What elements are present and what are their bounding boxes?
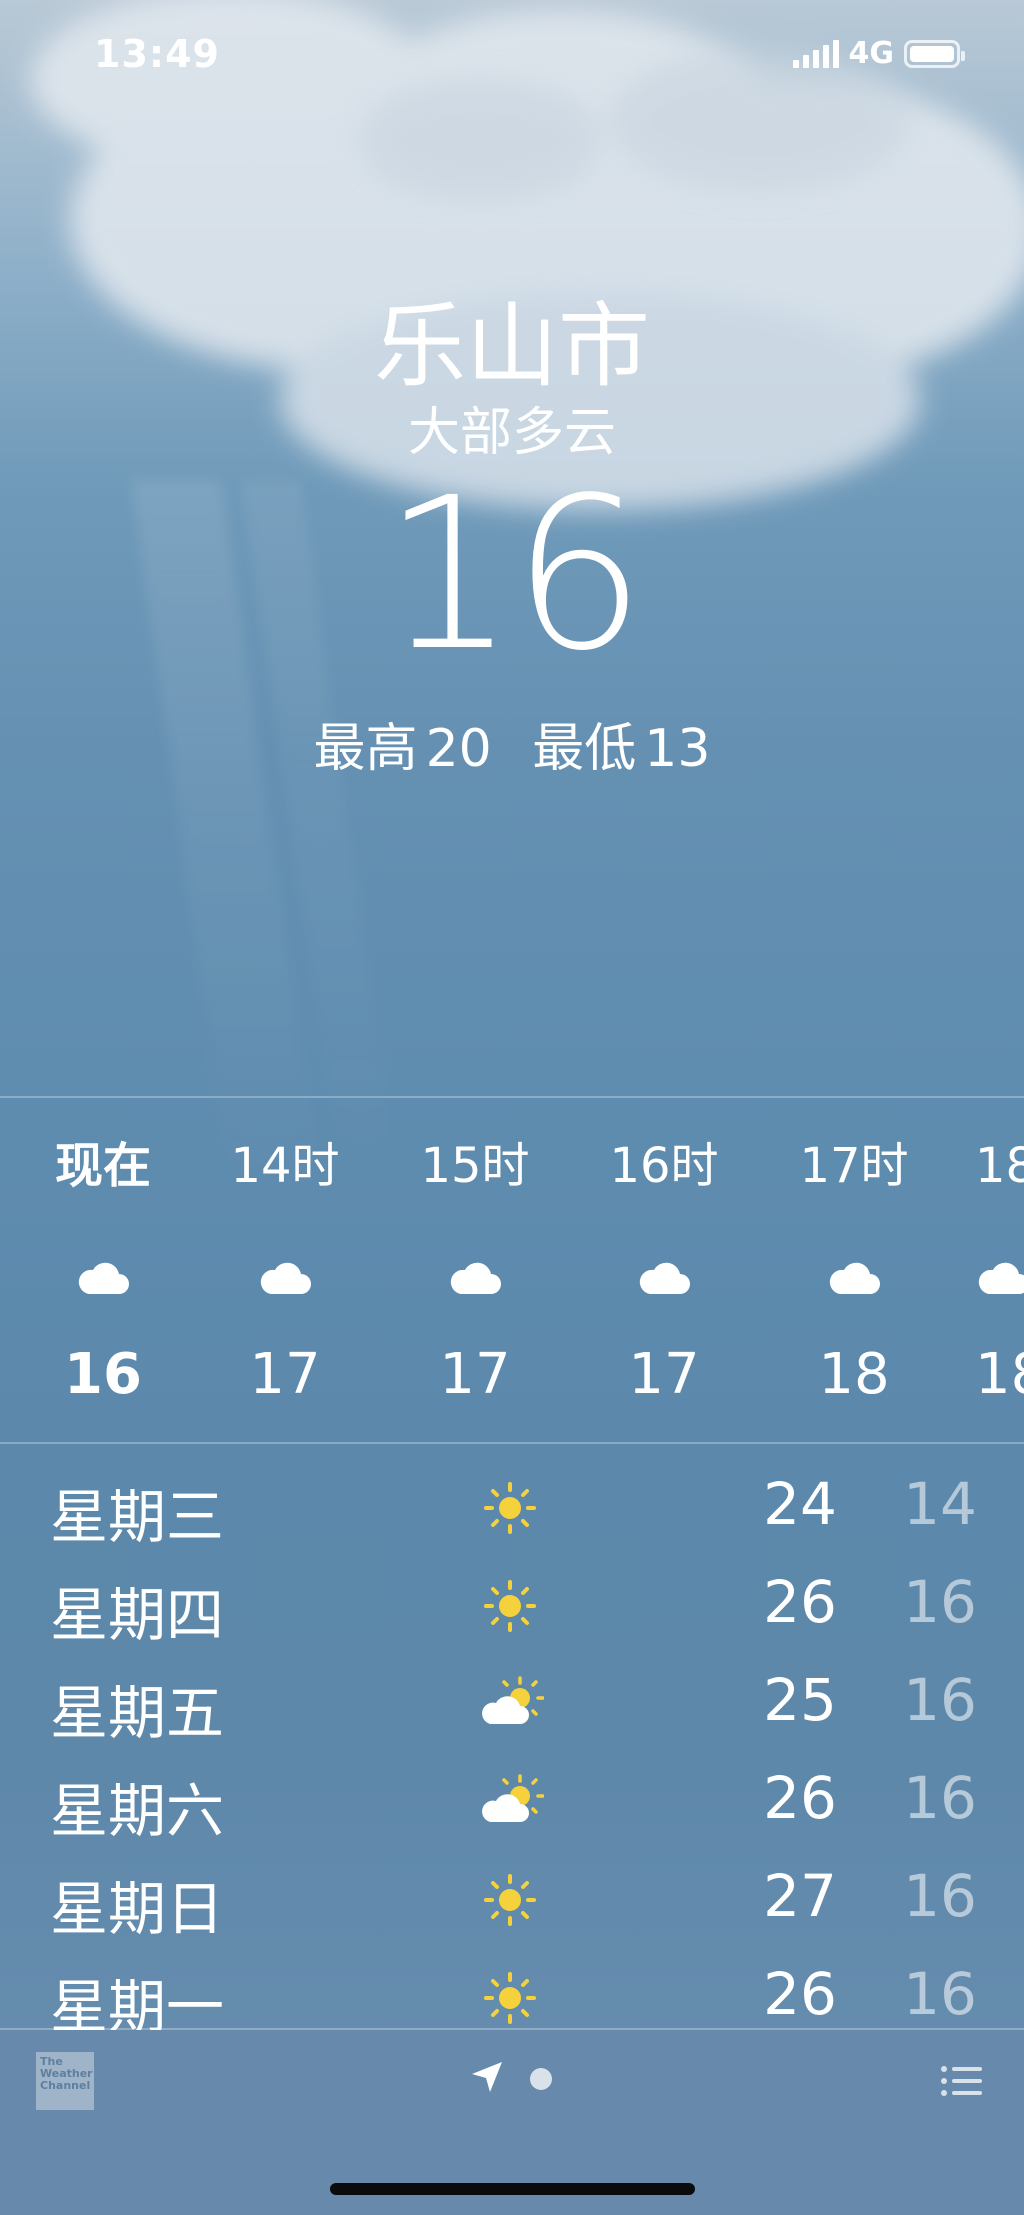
sun-icon (480, 1478, 544, 1538)
home-indicator[interactable] (330, 2183, 695, 2195)
day-row: 星期四 26 16 (0, 1558, 1024, 1656)
hour-time: 14时 (230, 1138, 340, 1194)
hour-time: 17时 (799, 1138, 909, 1194)
hour-item: 17时 18 (784, 1098, 924, 1407)
low-label: 最低 13 (532, 719, 711, 779)
day-name: 星期六 (50, 1777, 225, 1845)
day-row: 星期六 26 16 (0, 1754, 1024, 1852)
day-high: 26 (763, 1960, 837, 2028)
hour-temp: 16 (64, 1342, 142, 1407)
sun-icon (480, 1870, 544, 1930)
network-label: 4G (848, 36, 895, 71)
day-low: 16 (903, 1960, 977, 2028)
hour-item: 18时 18 (975, 1098, 1024, 1407)
day-high: 26 (763, 1764, 837, 1832)
signal-icon (792, 39, 839, 68)
day-high: 26 (763, 1568, 837, 1636)
hourly-forecast[interactable]: 现在 16 14时 17 15时 17 16时 17 17时 18 18时 18 (0, 1098, 1024, 1442)
day-low: 16 (903, 1568, 977, 1636)
battery-level (910, 45, 954, 62)
city-name: 乐山市 (373, 293, 650, 400)
current-temperature: 16 (382, 452, 645, 697)
hour-item: 16时 17 (594, 1098, 734, 1407)
status-time: 13:49 (94, 32, 220, 76)
weather-channel-logo[interactable]: The Weather Channel (36, 2052, 94, 2110)
divider (0, 1442, 1024, 1444)
hour-temp: 17 (439, 1342, 511, 1407)
hour-item: 现在 16 (33, 1098, 173, 1407)
battery-icon (904, 39, 965, 68)
hour-time: 18时 (975, 1138, 1024, 1194)
partly-sunny-icon (480, 1772, 545, 1832)
hour-time: 现在 (54, 1138, 151, 1194)
cloud-icon (405, 1258, 545, 1318)
high-label: 最高 20 (313, 719, 492, 779)
footer-bar: The Weather Channel (0, 2030, 1024, 2215)
hour-item: 15时 17 (405, 1098, 545, 1407)
day-high: 24 (763, 1470, 837, 1538)
cloud-icon (594, 1258, 734, 1318)
high-low: 最高 20 最低 13 (0, 706, 1024, 781)
status-icons: 4G (792, 36, 965, 71)
day-low: 16 (903, 1666, 977, 1734)
hour-temp: 17 (628, 1342, 700, 1407)
page-dot[interactable] (530, 2068, 552, 2090)
day-low: 16 (903, 1764, 977, 1832)
list-icon[interactable] (940, 2064, 984, 2098)
location-arrow-icon[interactable] (470, 2060, 504, 2094)
sun-icon (480, 1968, 544, 2028)
hour-item: 14时 17 (215, 1098, 355, 1407)
cloud-icon (215, 1258, 355, 1318)
hour-temp: 17 (249, 1342, 321, 1407)
day-high: 25 (763, 1666, 837, 1734)
hour-time: 16时 (609, 1138, 719, 1194)
partly-sunny-icon (480, 1674, 545, 1734)
day-row: 星期五 25 16 (0, 1656, 1024, 1754)
day-low: 14 (903, 1470, 977, 1538)
cloud-icon (975, 1258, 1024, 1318)
day-name: 星期五 (50, 1679, 225, 1747)
hour-temp: 18 (818, 1342, 890, 1407)
hour-temp: 18 (975, 1342, 1024, 1407)
day-name: 星期三 (50, 1483, 225, 1551)
day-row: 星期三 24 14 (0, 1460, 1024, 1558)
day-name: 星期四 (50, 1581, 225, 1649)
sun-icon (480, 1576, 544, 1636)
cloud-icon (784, 1258, 924, 1318)
hour-time: 15时 (420, 1138, 530, 1194)
day-row: 星期日 27 16 (0, 1852, 1024, 1950)
cloud-icon (33, 1258, 173, 1318)
day-high: 27 (763, 1862, 837, 1930)
day-name: 星期日 (50, 1875, 225, 1943)
day-low: 16 (903, 1862, 977, 1930)
daily-forecast[interactable]: 星期三 24 14 星期四 26 16 星期五 25 16 星期六 26 16 … (0, 1460, 1024, 2048)
